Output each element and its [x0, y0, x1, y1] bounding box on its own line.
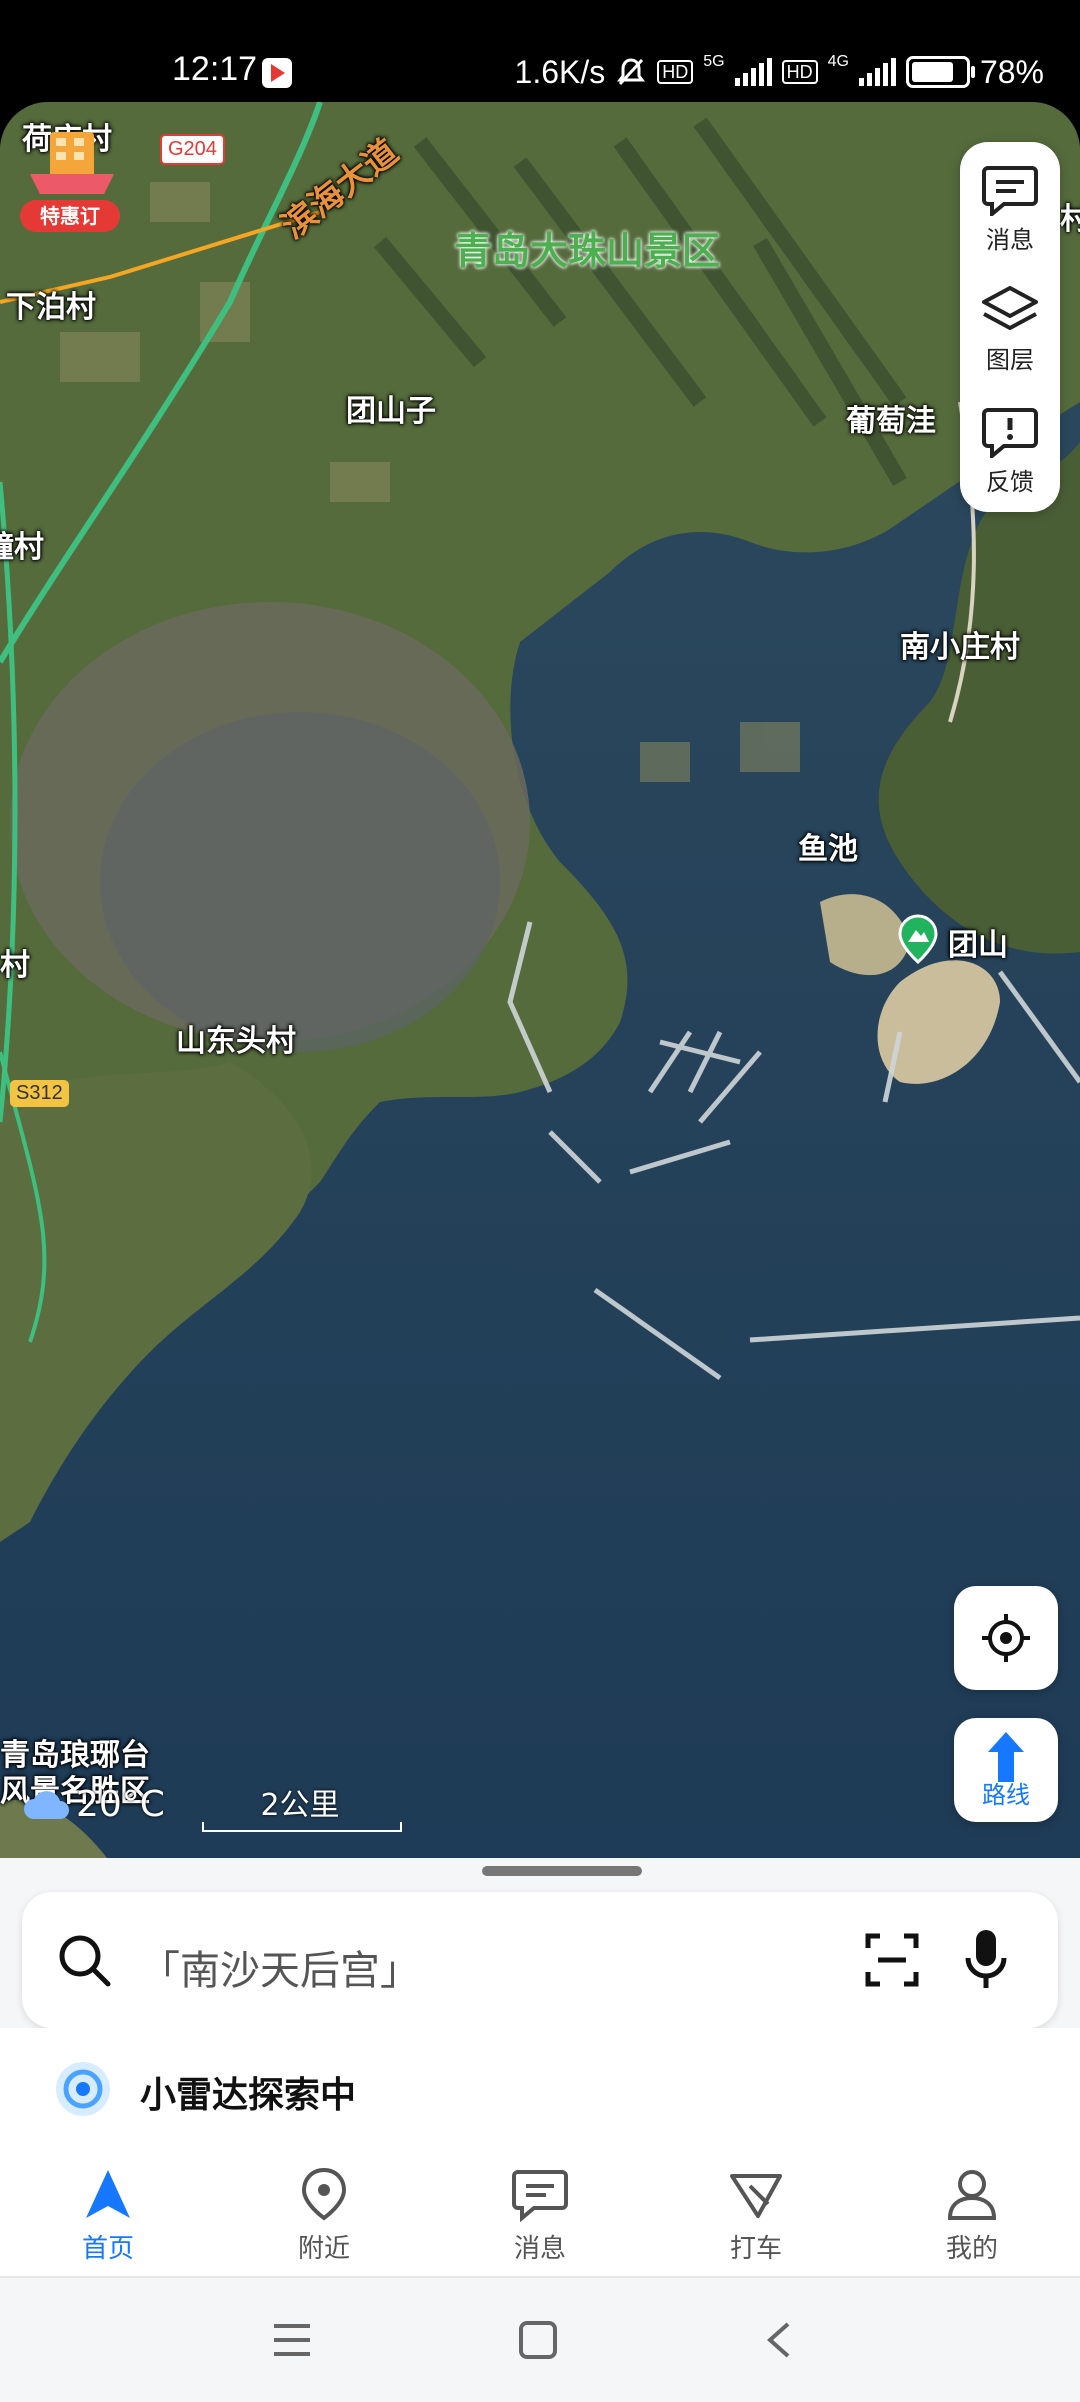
- status-bar: 12:17 1.6K/s HD 5G HD 4G 78%: [0, 0, 1080, 100]
- menu-icon[interactable]: [272, 2322, 312, 2358]
- layers-icon: [982, 286, 1038, 330]
- layers-label: 图层: [986, 346, 1034, 374]
- system-nav-bar: [0, 2276, 1080, 2402]
- status-time: 12:17: [172, 50, 258, 88]
- locate-button[interactable]: [954, 1586, 1058, 1690]
- place-putaowa[interactable]: 葡萄洼: [846, 396, 936, 440]
- messages-label: 消息: [986, 226, 1034, 254]
- promo-badge[interactable]: 特惠订: [20, 124, 124, 232]
- map-scale-bar: [202, 1822, 402, 1832]
- back-icon[interactable]: [764, 2320, 794, 2360]
- signal-bars-2-icon: [858, 58, 896, 86]
- location-pin-icon: [301, 2167, 347, 2221]
- network-speed: 1.6K/s: [514, 53, 606, 90]
- scenic-dazhushan[interactable]: 青岛大珠山景区: [454, 220, 720, 275]
- scan-icon[interactable]: [864, 1932, 920, 1988]
- map-terrain: [0, 102, 1080, 2022]
- place-yuchi[interactable]: 鱼池: [798, 824, 858, 868]
- battery-icon: [905, 56, 975, 88]
- mountain-poi-icon[interactable]: [898, 914, 938, 964]
- place-shandongtou[interactable]: 山东头村: [176, 1016, 296, 1060]
- feedback-icon: [982, 408, 1038, 458]
- place-nanxiaozhuang[interactable]: 南小庄村: [900, 622, 1020, 666]
- tab-home[interactable]: 首页: [48, 2166, 168, 2265]
- hd-badge-2: HD: [781, 60, 818, 84]
- radar-icon: [56, 2062, 110, 2116]
- tab-nearby[interactable]: 附近: [264, 2166, 384, 2265]
- cloud-icon: [24, 1790, 69, 1819]
- place-tuanshanzi[interactable]: 团山子: [346, 386, 436, 430]
- route-label: 路线: [982, 1781, 1030, 1809]
- map-tools-panel: 消息 图层 反馈: [960, 142, 1060, 512]
- road-badge-s312: S312: [10, 1080, 69, 1107]
- signal-bars-icon: [734, 58, 772, 86]
- sheet-drag-handle[interactable]: [482, 1866, 642, 1876]
- navigation-arrow-icon: [86, 2170, 130, 2218]
- message-icon: [982, 166, 1038, 216]
- route-button[interactable]: 路线: [954, 1718, 1058, 1822]
- map-scale-label: 2公里: [260, 1788, 340, 1823]
- tab-profile-label: 我的: [945, 2234, 998, 2264]
- battery-percent: 78%: [979, 53, 1044, 90]
- place-cun-left[interactable]: 村: [0, 940, 30, 984]
- weather-widget[interactable]: 20°C: [22, 1784, 165, 1825]
- satellite-map[interactable]: 荷店村 下泊村 团山子 葡萄洼 南小庄村 鱼池 团山 山东头村 青岛琅琊台 风景…: [0, 102, 1080, 2022]
- taxi-icon: [730, 2174, 782, 2218]
- feedback-button[interactable]: 反馈: [960, 406, 1060, 497]
- messages-button[interactable]: 消息: [960, 164, 1060, 255]
- promo-label: 特惠订: [20, 200, 120, 232]
- status-right-group: 1.6K/s HD 5G HD 4G 78%: [515, 50, 1044, 94]
- gift-building-icon: [30, 132, 114, 194]
- hd-badge-1: HD: [657, 60, 694, 84]
- tab-home-label: 首页: [81, 2234, 134, 2264]
- place-tuancun[interactable]: 疃村: [0, 522, 44, 566]
- tab-taxi-label: 打车: [729, 2234, 782, 2264]
- bell-muted-icon: [617, 58, 646, 86]
- feedback-label: 反馈: [986, 468, 1034, 496]
- microphone-icon[interactable]: [964, 1928, 1008, 1992]
- search-input[interactable]: 「南沙天后宫」: [140, 1938, 420, 1996]
- search-icon: [59, 1935, 111, 1987]
- net-type-4g: 4G: [827, 53, 849, 70]
- app-notification-icon: [262, 58, 292, 88]
- place-xiabo[interactable]: 下泊村: [6, 282, 96, 326]
- tab-messages-label: 消息: [513, 2234, 566, 2264]
- place-tuanshan[interactable]: 团山: [948, 920, 1008, 964]
- crosshair-icon: [982, 1614, 1030, 1662]
- home-icon[interactable]: [518, 2320, 558, 2360]
- road-badge-g204: G204: [160, 134, 225, 165]
- radar-label: 小雷达探索中: [140, 2075, 357, 2116]
- tab-messages[interactable]: 消息: [480, 2166, 600, 2265]
- chat-icon: [512, 2170, 568, 2222]
- place-cun-right[interactable]: 村: [1060, 194, 1080, 238]
- layers-button[interactable]: 图层: [960, 284, 1060, 375]
- user-icon: [947, 2170, 997, 2220]
- net-type-5g: 5G: [703, 53, 725, 70]
- tab-taxi[interactable]: 打车: [696, 2166, 816, 2265]
- weather-temp: 20°C: [76, 1784, 165, 1825]
- tab-nearby-label: 附近: [297, 2234, 350, 2264]
- tab-profile[interactable]: 我的: [912, 2166, 1032, 2265]
